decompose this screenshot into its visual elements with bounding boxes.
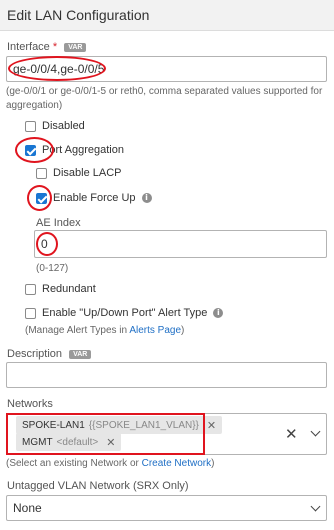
disable-lacp-option[interactable]: Disable LACP [36, 165, 121, 181]
alerts-page-link[interactable]: Alerts Page [129, 325, 181, 336]
required-mark: * [52, 41, 58, 53]
interface-input[interactable]: ge-0/0/4,ge-0/0/5 [6, 56, 327, 82]
alert-type-option[interactable]: Enable "Up/Down Port" Alert Type i [25, 305, 224, 321]
remove-chip-icon[interactable]: ✕ [106, 436, 115, 449]
interface-label: Interface * VAR [7, 41, 87, 53]
interface-input-value: ge-0/0/4,ge-0/0/5 [13, 62, 105, 76]
enable-force-up-label: Enable Force Up [53, 192, 136, 204]
disabled-option[interactable]: Disabled [25, 118, 85, 134]
network-chip: SPOKE-LAN1 {{SPOKE_LAN1_VLAN}} ✕ [16, 416, 223, 434]
enable-force-up-checkbox[interactable] [36, 192, 47, 204]
create-network-link[interactable]: Create Network [142, 458, 211, 469]
network-chip: MGMT <default> ✕ [16, 433, 122, 451]
port-aggregation-checkbox[interactable] [25, 144, 36, 156]
info-icon[interactable]: i [213, 308, 224, 318]
ae-index-label: AE Index [36, 217, 81, 229]
enable-force-up-option[interactable]: Enable Force Up i [36, 190, 152, 206]
alert-type-checkbox[interactable] [25, 307, 36, 319]
remove-chip-icon[interactable]: ✕ [207, 419, 216, 432]
alert-type-hint: (Manage Alert Types in Alerts Page) [25, 325, 185, 336]
port-aggregation-option[interactable]: Port Aggregation [25, 142, 124, 158]
var-badge: VAR [64, 43, 87, 52]
untagged-vlan-select[interactable]: None [6, 495, 327, 521]
ae-index-hint: (0-127) [36, 263, 69, 274]
port-aggregation-label: Port Aggregation [42, 144, 124, 156]
redundant-option[interactable]: Redundant [25, 281, 96, 297]
disable-lacp-checkbox[interactable] [36, 167, 47, 179]
interface-hint: (ge-0/0/1 or ge-0/0/1-5 or reth0, comma … [6, 86, 323, 111]
description-input[interactable] [6, 362, 327, 388]
description-label: Description VAR [7, 348, 92, 360]
networks-hint: (Select an existing Network or Create Ne… [6, 458, 215, 469]
disabled-label: Disabled [42, 120, 85, 132]
dialog-header: Edit LAN Configuration [0, 0, 334, 31]
dialog-title: Edit LAN Configuration [7, 7, 150, 23]
redundant-checkbox[interactable] [25, 283, 36, 295]
networks-label: Networks [7, 398, 53, 410]
disabled-checkbox[interactable] [25, 120, 36, 132]
var-badge: VAR [69, 350, 92, 359]
untagged-vlan-label: Untagged VLAN Network (SRX Only) [7, 480, 189, 492]
alert-type-label: Enable "Up/Down Port" Alert Type [42, 307, 208, 319]
disable-lacp-label: Disable LACP [53, 167, 122, 179]
redundant-label: Redundant [42, 283, 96, 295]
ae-index-value: 0 [41, 237, 48, 251]
ae-index-input[interactable]: 0 [34, 230, 327, 258]
clear-all-icon[interactable]: ✕ [285, 425, 298, 443]
untagged-vlan-value: None [13, 501, 42, 515]
info-icon[interactable]: i [141, 193, 152, 203]
